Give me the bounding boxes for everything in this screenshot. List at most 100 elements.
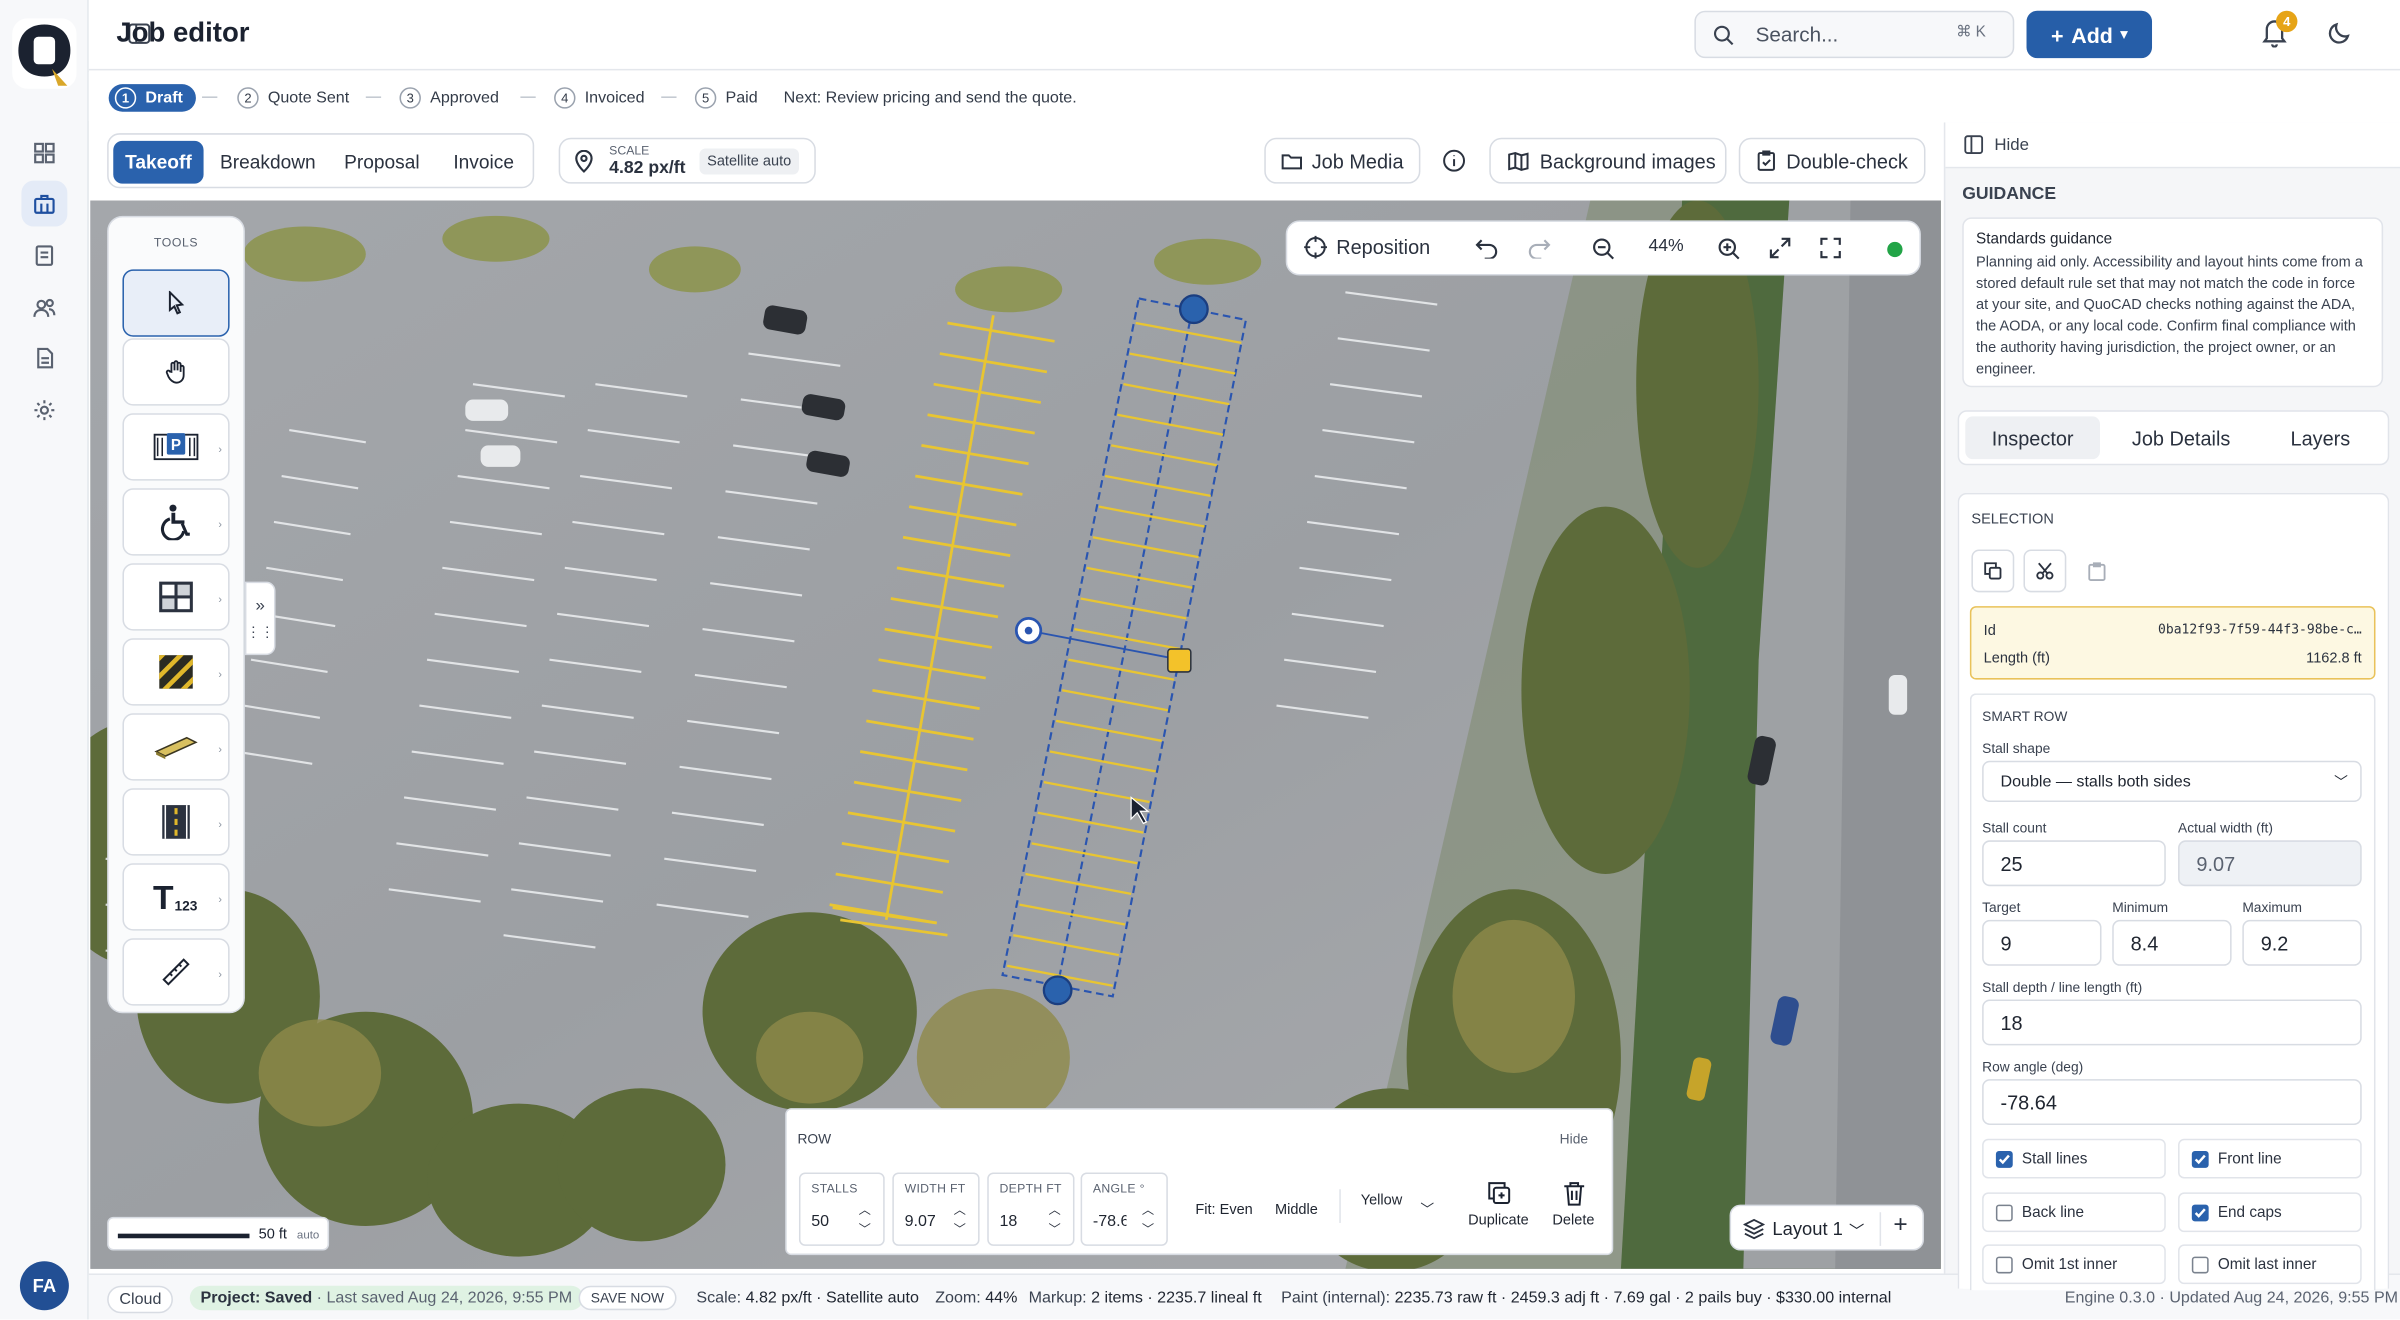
parking-row-tool[interactable]: P › bbox=[122, 413, 230, 481]
notifications-bell-icon[interactable]: 4 bbox=[2261, 10, 2298, 48]
smart-row-section: SMART ROW Stall shape Double — stalls bo… bbox=[1969, 693, 2376, 1291]
stepper-icon[interactable]: ︿ ﹀ bbox=[954, 1200, 966, 1240]
double-check-button[interactable]: Double-check bbox=[1738, 137, 1926, 184]
reposition-button[interactable]: Reposition bbox=[1304, 235, 1430, 259]
accessible-tool[interactable]: › bbox=[122, 488, 230, 556]
hatch-tool[interactable]: › bbox=[122, 638, 230, 706]
stall-lines-checkbox[interactable]: Stall lines bbox=[1982, 1138, 2166, 1179]
target-label: Target bbox=[1982, 899, 2021, 916]
width-field[interactable]: WIDTH FT 9.07 ︿ ﹀ bbox=[892, 1172, 980, 1246]
scale-control[interactable]: SCALE 4.82 px/ft Satellite auto bbox=[558, 137, 816, 184]
paste-icon[interactable] bbox=[2075, 549, 2118, 592]
add-button[interactable]: + Add ▾ bbox=[2026, 10, 2153, 59]
settings-gear-icon[interactable] bbox=[21, 387, 67, 433]
jobs-icon[interactable] bbox=[21, 180, 68, 227]
tab-breakdown[interactable]: Breakdown bbox=[211, 141, 324, 184]
delete-button[interactable]: Delete bbox=[1543, 1180, 1604, 1229]
tools-collapse-handle[interactable]: » ⋮⋮ bbox=[244, 581, 276, 656]
end-caps-checkbox[interactable]: End caps bbox=[2178, 1192, 2362, 1233]
curb-stop-tool[interactable]: › bbox=[122, 713, 230, 781]
job-media-button[interactable]: Job Media bbox=[1264, 137, 1421, 184]
users-icon[interactable] bbox=[21, 285, 67, 331]
select-tool[interactable] bbox=[122, 269, 230, 337]
fullscreen-icon[interactable] bbox=[1820, 237, 1841, 259]
stall-shape-select[interactable]: Double — stalls both sides ﹀ bbox=[1982, 760, 2362, 803]
search-input[interactable]: Search... ⌘ K bbox=[1694, 10, 2015, 59]
step-invoiced[interactable]: 4 Invoiced bbox=[554, 84, 645, 112]
expand-icon: › bbox=[218, 595, 222, 607]
row-angle-input[interactable]: -78.64 bbox=[1982, 1079, 2362, 1125]
stencil-tool[interactable]: › bbox=[122, 563, 230, 631]
stalls-field[interactable]: STALLS 50 ︿ ﹀ bbox=[798, 1172, 885, 1246]
color-select[interactable]: Yellow bbox=[1361, 1192, 1403, 1209]
stall-count-input[interactable]: 25 bbox=[1982, 840, 2166, 887]
lane-tool[interactable]: › bbox=[122, 788, 230, 856]
tab-job-details[interactable]: Job Details bbox=[2112, 416, 2250, 459]
tab-proposal[interactable]: Proposal bbox=[334, 141, 430, 184]
omit-last-inner-checkbox[interactable]: Omit last inner bbox=[2178, 1244, 2362, 1285]
row-panel-hide-button[interactable]: Hide bbox=[1560, 1131, 1588, 1146]
step-paid[interactable]: 5 Paid bbox=[694, 84, 758, 112]
maximum-input[interactable]: 9.2 bbox=[2242, 919, 2362, 966]
documents-icon[interactable] bbox=[21, 233, 67, 279]
panel-hide-label: Hide bbox=[1994, 136, 2030, 155]
cut-scissors-icon[interactable] bbox=[2023, 549, 2067, 593]
tab-invoice[interactable]: Invoice bbox=[439, 141, 528, 184]
fit-expand-icon[interactable] bbox=[1769, 237, 1791, 259]
minimum-label: Minimum bbox=[2112, 899, 2169, 916]
minimum-input[interactable]: 8.4 bbox=[2112, 919, 2232, 966]
measure-tool[interactable]: › bbox=[122, 938, 230, 1006]
angle-field[interactable]: ANGLE ° -78.6 ︿ ﹀ bbox=[1080, 1172, 1168, 1246]
stall-depth-input[interactable]: 18 bbox=[1982, 999, 2362, 1046]
background-images-label: Background images bbox=[1539, 149, 1716, 173]
stepper-icon[interactable]: ︿ ﹀ bbox=[1048, 1200, 1060, 1240]
stepper-icon[interactable]: ︿ ﹀ bbox=[859, 1200, 871, 1240]
trash-icon bbox=[1562, 1180, 1585, 1206]
duplicate-button[interactable]: Duplicate bbox=[1460, 1180, 1537, 1229]
background-images-button[interactable]: Background images bbox=[1489, 137, 1727, 184]
pan-tool[interactable] bbox=[122, 338, 230, 406]
id-label: Id bbox=[1983, 622, 1996, 640]
tab-takeoff[interactable]: Takeoff bbox=[113, 140, 204, 184]
zoom-out-icon[interactable] bbox=[1592, 237, 1615, 260]
omit-first-inner-checkbox[interactable]: Omit 1st inner bbox=[1982, 1244, 2166, 1285]
reports-icon[interactable] bbox=[21, 335, 67, 381]
parking-row-icon: P bbox=[153, 430, 199, 464]
info-icon[interactable] bbox=[1442, 148, 1466, 172]
fit-even-button[interactable]: Fit: Even bbox=[1195, 1202, 1252, 1219]
expand-icon: › bbox=[218, 895, 222, 907]
step-approved[interactable]: 3 Approved bbox=[399, 84, 499, 112]
zoom-level: 44% bbox=[1648, 237, 1684, 256]
step-draft[interactable]: 1 Draft bbox=[108, 84, 196, 112]
back-line-checkbox[interactable]: Back line bbox=[1982, 1192, 2166, 1233]
target-input[interactable]: 9 bbox=[1982, 919, 2102, 966]
step-quote-sent[interactable]: 2 Quote Sent bbox=[237, 84, 349, 112]
user-avatar[interactable]: FA bbox=[19, 1261, 69, 1311]
layout-selector[interactable]: Layout 1 ﹀ + bbox=[1729, 1204, 1924, 1251]
tab-inspector[interactable]: Inspector bbox=[1965, 416, 2100, 460]
crosshair-icon bbox=[1304, 235, 1328, 259]
status-markup: Markup: 2 items · 2235.7 lineal ft bbox=[1029, 1289, 1262, 1307]
layout-label: Layout 1 bbox=[1772, 1218, 1843, 1240]
theme-moon-icon[interactable] bbox=[2327, 20, 2353, 46]
copy-icon[interactable] bbox=[1971, 549, 2015, 593]
dashboard-icon[interactable] bbox=[21, 130, 67, 176]
tab-layers[interactable]: Layers bbox=[2258, 416, 2384, 459]
id-value: 0ba12f93-7f59-44f3-98be-c… bbox=[2158, 622, 2362, 639]
align-middle-button[interactable]: Middle bbox=[1275, 1202, 1318, 1219]
redo-icon[interactable] bbox=[1528, 237, 1551, 259]
add-layout-plus-icon[interactable]: + bbox=[1893, 1212, 1907, 1240]
depth-field[interactable]: DEPTH FT 18 ︿ ﹀ bbox=[987, 1172, 1075, 1246]
save-now-button[interactable]: SAVE NOW bbox=[578, 1285, 677, 1311]
zoom-in-icon[interactable] bbox=[1717, 237, 1740, 260]
panel-hide-bar[interactable]: Hide bbox=[1945, 122, 2400, 169]
stepper-icon[interactable]: ︿ ﹀ bbox=[1142, 1200, 1154, 1240]
app-logo[interactable] bbox=[12, 18, 77, 89]
map-icon bbox=[1508, 151, 1529, 171]
front-line-checkbox[interactable]: Front line bbox=[2178, 1138, 2362, 1179]
undo-icon[interactable] bbox=[1475, 237, 1498, 259]
text-tool[interactable]: T 123 › bbox=[122, 863, 230, 931]
checkbox-checked-icon bbox=[1995, 1150, 2013, 1168]
scale-prefix: Scale: bbox=[696, 1288, 742, 1308]
lane-icon bbox=[161, 804, 192, 841]
